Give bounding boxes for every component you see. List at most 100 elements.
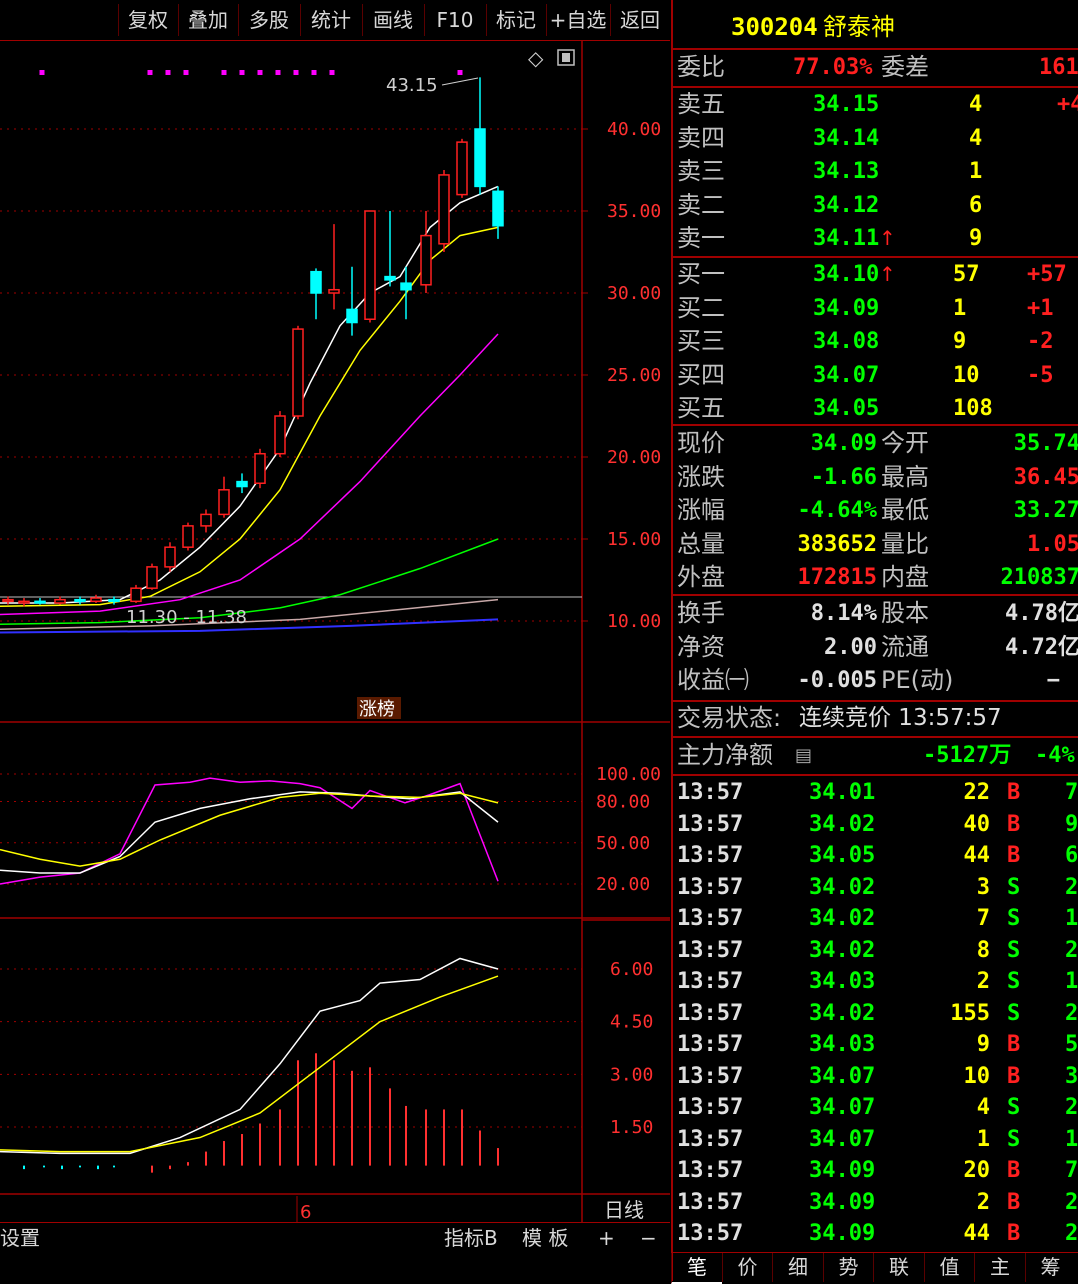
quote-panel: 300204 舒泰神 委比 77.03% 委差 161 卖五 34.15 4 +4 卖四…	[671, 0, 1078, 1281]
ma120-line	[0, 598, 499, 630]
fundamental-row: 收益㈠ -0.005 PE(动) −	[673, 664, 1078, 697]
tick-volume: 20	[963, 1158, 991, 1183]
tick-row[interactable]: 13:57 34.09 44 B 2	[673, 1218, 1078, 1249]
tab-2[interactable]: 细	[772, 1253, 823, 1282]
date-marker: 6	[300, 1202, 311, 1222]
toolbar-button-f10[interactable]: F10	[424, 4, 485, 36]
buy-row[interactable]: 买二 34.09 1 +1	[673, 292, 1078, 325]
macd-dif-line	[0, 957, 499, 1155]
buy-row[interactable]: 买四 34.07 10 -5	[673, 359, 1078, 392]
chart-grid	[0, 128, 670, 1128]
order-level-label: 卖四	[677, 123, 725, 152]
tick-side: S	[1007, 937, 1021, 963]
order-volume: 4	[969, 92, 983, 117]
tick-row[interactable]: 13:57 34.09 2 B 2	[673, 1187, 1078, 1218]
template-button[interactable]: 模 板	[522, 1223, 568, 1253]
tab-7[interactable]: 筹	[1024, 1253, 1076, 1282]
tick-row[interactable]: 13:57 34.03 2 S 1	[673, 966, 1078, 997]
tick-volume: 2	[976, 969, 990, 994]
tab-5[interactable]: 值	[923, 1253, 975, 1282]
candle-down	[400, 282, 412, 291]
tick-time: 13:57	[677, 906, 744, 931]
toolbar-button-statistics[interactable]: 统计	[300, 4, 361, 36]
ma20-line	[0, 333, 499, 616]
list-icon[interactable]: ▤	[795, 739, 812, 772]
limit-up-tag[interactable]: 涨榜	[359, 699, 395, 720]
sell-row[interactable]: 卖三 34.13 1	[673, 155, 1078, 188]
toolbar-button-multi-stock[interactable]: 多股	[238, 4, 299, 36]
tab-4[interactable]: 联	[873, 1253, 924, 1282]
signal-dot	[257, 70, 263, 75]
toolbar-button-mark[interactable]: 标记	[486, 4, 545, 36]
tick-row[interactable]: 13:57 34.02 7 S 1	[673, 903, 1078, 934]
sell-row[interactable]: 卖一 34.11 9 ↑	[673, 222, 1078, 255]
candle-up	[456, 141, 468, 196]
kdj-d-line	[0, 792, 499, 867]
settings-button[interactable]: 设置	[0, 1223, 40, 1253]
tick-row[interactable]: 13:57 34.02 40 B 9	[673, 809, 1078, 840]
order-price: 34.13	[813, 159, 880, 184]
quote-row: 总量 383652 量比 1.05	[673, 528, 1078, 561]
kline-chart[interactable]: 40.00 35.00 30.00 25.00 20.00 15.00 10.00 100.0…	[0, 41, 670, 1222]
quote-row: 涨跌 -1.66 最高 36.45	[673, 461, 1078, 494]
candle-up	[182, 525, 194, 548]
tick-time: 13:57	[677, 1126, 744, 1152]
toolbar-button-draw-line[interactable]: 画线	[362, 4, 423, 36]
sell-row[interactable]: 卖五 34.15 4 +4	[673, 88, 1078, 121]
plus-button[interactable]: +	[598, 1223, 615, 1253]
diamond-icon[interactable]: ◇	[528, 46, 544, 70]
toolbar-button-fuquan[interactable]: 复权	[118, 4, 177, 36]
order-volume: 1	[953, 295, 967, 321]
buy-row[interactable]: 买一 34.10 57 +57 ↑	[673, 258, 1078, 291]
quote-label: 涨幅	[677, 496, 725, 524]
tick-time: 13:57	[677, 1221, 744, 1246]
buy-row[interactable]: 买三 34.08 9 -2	[673, 325, 1078, 358]
tick-row[interactable]: 13:57 34.02 8 S 2	[673, 935, 1078, 966]
tick-row[interactable]: 13:57 34.09 20 B 7	[673, 1155, 1078, 1186]
candle-up	[2, 598, 14, 603]
price-axis-label: 15.00	[607, 529, 661, 550]
toolbar-button-back[interactable]: 返回	[610, 4, 669, 36]
sell-row[interactable]: 卖四 34.14 4	[673, 122, 1078, 155]
tab-6[interactable]: 主	[974, 1253, 1025, 1282]
tick-price: 34.03	[809, 1032, 876, 1057]
signal-dot	[147, 70, 153, 75]
quote-row: 现价 34.09 今开 35.74	[673, 427, 1078, 460]
tick-row[interactable]: 13:57 34.03 9 B 5	[673, 1029, 1078, 1060]
order-volume: 4	[969, 125, 983, 151]
tick-row[interactable]: 13:57 34.07 1 S 1	[673, 1124, 1078, 1155]
buy-row[interactable]: 买五 34.05 108	[673, 392, 1078, 425]
toolbar-button-add-watchlist[interactable]: +自选	[546, 4, 609, 36]
fundamental-value: -0.005	[797, 668, 877, 693]
period-label[interactable]: 日线	[604, 1198, 644, 1222]
tick-row[interactable]: 13:57 34.02 3 S 2	[673, 872, 1078, 903]
tick-count: 1	[1065, 969, 1078, 994]
tick-row[interactable]: 13:57 34.05 44 B 6	[673, 840, 1078, 871]
fundamental-value: 4.78亿	[1005, 601, 1078, 626]
price-axis-label: 40.00	[607, 119, 661, 140]
tick-price: 34.02	[809, 811, 876, 837]
stock-code: 300204	[731, 13, 818, 41]
tick-side: B	[1007, 1032, 1021, 1057]
main-flow-value: -5127万	[923, 743, 1012, 768]
tab-3[interactable]: 势	[822, 1253, 874, 1282]
tick-row[interactable]: 13:57 34.01 22 B 7	[673, 777, 1078, 808]
tick-row[interactable]: 13:57 34.07 4 S 2	[673, 1092, 1078, 1123]
tick-row[interactable]: 13:57 34.07 10 B 3	[673, 1061, 1078, 1092]
tab-1[interactable]: 价	[721, 1253, 773, 1282]
tick-time: 13:57	[677, 937, 744, 963]
price-axis-label: 10.00	[607, 611, 661, 632]
sell-row[interactable]: 卖二 34.12 6	[673, 189, 1078, 222]
quote-label: 最高	[881, 462, 929, 491]
order-level-label: 买一	[677, 260, 725, 288]
fundamental-label: 换手	[677, 599, 725, 627]
toolbar-button-overlay[interactable]: 叠加	[178, 4, 237, 36]
tab-0[interactable]: 笔	[671, 1253, 722, 1284]
tick-time: 13:57	[677, 1000, 744, 1026]
tick-side: S	[1007, 1000, 1021, 1026]
indicator-button[interactable]: 指标B	[444, 1223, 498, 1253]
tick-row[interactable]: 13:57 34.02 155 S 21	[673, 998, 1078, 1029]
panel-toggle-icon-fill	[562, 53, 570, 62]
candle-up	[90, 597, 102, 603]
minus-button[interactable]: −	[640, 1223, 657, 1253]
